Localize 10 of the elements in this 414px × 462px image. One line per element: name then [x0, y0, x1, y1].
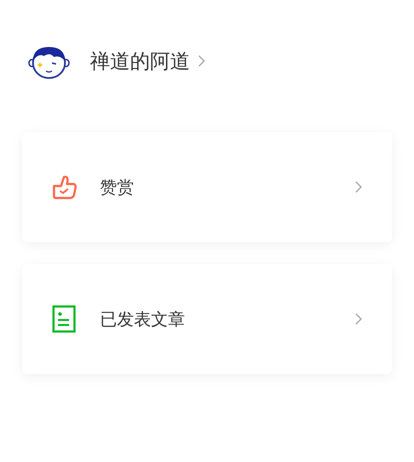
chevron-icon [355, 181, 362, 193]
document-icon [52, 305, 76, 333]
chevron-icon [355, 313, 362, 325]
chevron-icon [198, 55, 205, 67]
menu-card[interactable]: 赞赏 [22, 132, 392, 242]
thumbs-up-icon [52, 174, 78, 200]
menu-card[interactable]: 已发表文章 [22, 264, 392, 374]
menu-label: 已发表文章 [100, 308, 186, 330]
menu-label: 赞赏 [100, 176, 135, 198]
profile-name[interactable]: 禅道的阿道 [90, 48, 190, 74]
